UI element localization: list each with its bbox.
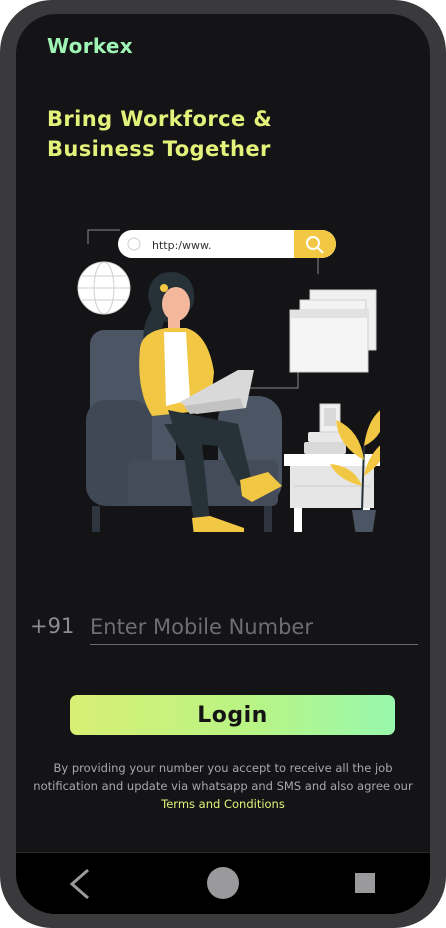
- page-headline: Bring Workforce & Business Together: [47, 107, 273, 161]
- app-screen: Workex Bring Workforce & Business Togeth…: [16, 14, 430, 914]
- disclaimer-text: By providing your number you accept to r…: [33, 761, 413, 793]
- phone-number-row: +91: [30, 610, 418, 650]
- terms-disclaimer: By providing your number you accept to r…: [26, 759, 420, 813]
- country-code: +91: [30, 614, 75, 638]
- mobile-number-input[interactable]: [90, 610, 418, 645]
- terms-link[interactable]: Terms and Conditions: [26, 795, 420, 813]
- system-nav-bar: [16, 852, 430, 914]
- phone-frame: Workex Bring Workforce & Business Togeth…: [0, 0, 446, 928]
- url-text: http:/www.: [152, 239, 211, 252]
- recent-apps-icon[interactable]: [355, 873, 375, 893]
- home-icon[interactable]: [207, 867, 239, 899]
- browser-bar-graphic: http:/www.: [118, 230, 336, 258]
- globe-graphic: [77, 261, 131, 315]
- back-icon[interactable]: [66, 868, 96, 900]
- login-button[interactable]: Login: [70, 695, 395, 735]
- stacked-windows-graphic: [289, 289, 377, 373]
- app-brand: Workex: [47, 34, 133, 58]
- workforce-illustration: http:/www.: [77, 229, 380, 532]
